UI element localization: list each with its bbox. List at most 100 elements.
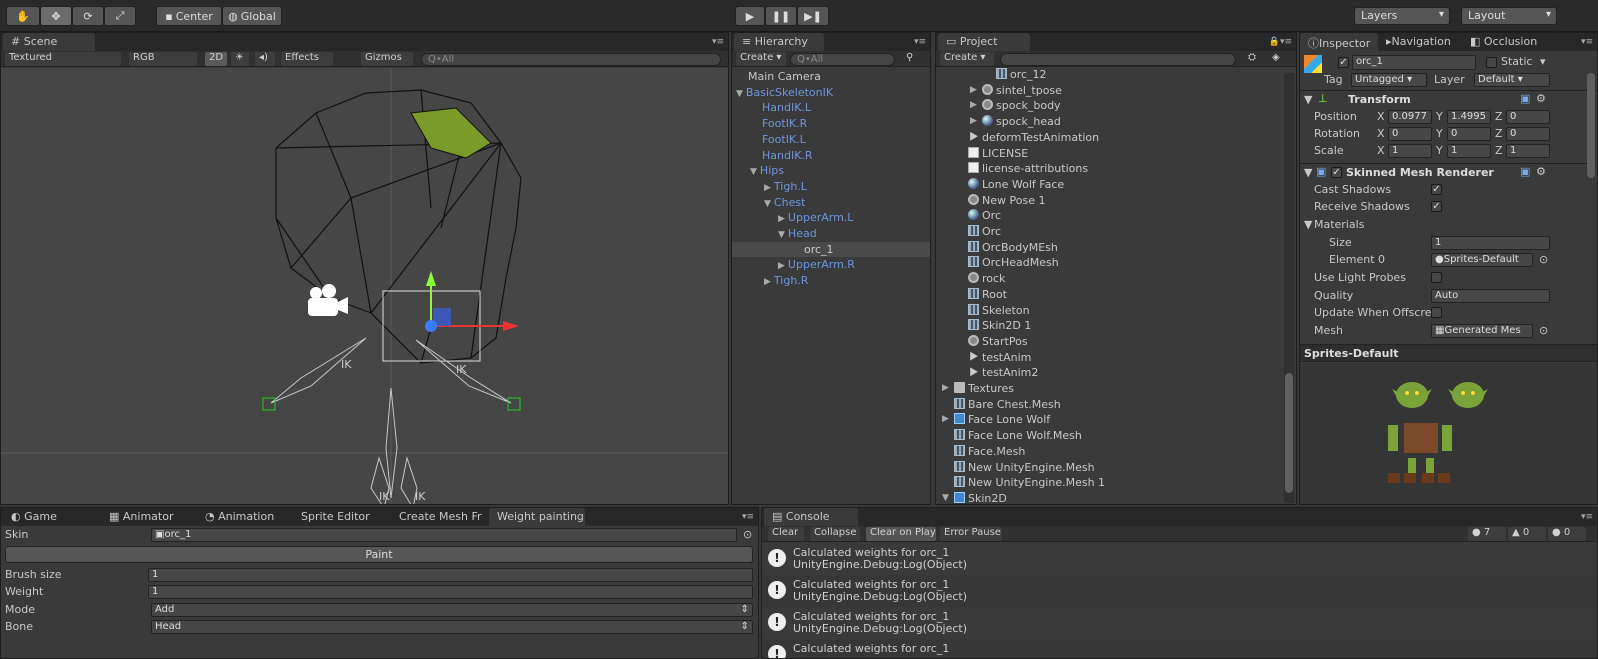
tab-project[interactable]: ▭ Project	[938, 33, 1030, 51]
project-scrollbar[interactable]	[1284, 73, 1294, 503]
receive-shadows-checkbox[interactable]: ✓	[1431, 201, 1442, 212]
static-checkbox[interactable]	[1486, 57, 1497, 68]
foldout-arrow-icon[interactable]: ▶	[970, 83, 977, 98]
project-item[interactable]: OrcHeadMesh	[936, 255, 1059, 270]
scale-y-field[interactable]: 1	[1447, 144, 1491, 158]
position-z-field[interactable]: 0	[1506, 110, 1550, 124]
inspector-scroll-thumb[interactable]	[1587, 73, 1595, 178]
filter-type-icon[interactable]: ⛭	[1244, 52, 1264, 66]
hierarchy-search-input[interactable]: Q•All	[790, 53, 895, 66]
foldout-arrow-icon[interactable]: ▼	[1304, 166, 1312, 179]
position-y-field[interactable]: 1.4995	[1447, 110, 1491, 124]
2d-toggle[interactable]: 2D	[205, 52, 227, 66]
tab-occlusion[interactable]: ◧ Occlusion	[1462, 33, 1552, 51]
foldout-arrow-icon[interactable]: ▼	[736, 89, 743, 99]
space-global-button[interactable]: ◍ Global	[222, 6, 282, 26]
project-item[interactable]: Bare Chest.Mesh	[936, 397, 1061, 412]
foldout-arrow-icon[interactable]: ▶	[764, 277, 771, 287]
console-log-entry[interactable]: ! Calculated weights for orc_1 UnityEngine…	[762, 575, 1597, 607]
project-item[interactable]: ▶ sintel_tpose	[936, 83, 1062, 98]
tab-weight-painting[interactable]: Weight painting	[489, 508, 585, 526]
skin-field[interactable]: ▣orc_1	[151, 528, 737, 542]
gear-icon[interactable]: ⚙	[1536, 92, 1546, 105]
foldout-arrow-icon[interactable]: ▶	[942, 412, 949, 427]
project-search-input[interactable]	[1000, 53, 1236, 66]
project-item[interactable]: deformTestAnimation	[936, 130, 1099, 145]
quality-dropdown[interactable]: Auto	[1431, 289, 1550, 303]
foldout-arrow-icon[interactable]: ▶	[970, 98, 977, 113]
project-item[interactable]: Face.Mesh	[936, 444, 1025, 459]
hierarchy-item[interactable]: FootIK.R	[732, 116, 930, 131]
panel-menu-icon[interactable]: ▾≡	[914, 37, 926, 47]
paint-button[interactable]: Paint	[5, 546, 753, 563]
project-item[interactable]: testAnim	[936, 350, 1031, 365]
project-item[interactable]: Face Lone Wolf.Mesh	[936, 428, 1082, 443]
foldout-arrow-icon[interactable]: ▼	[942, 491, 949, 504]
gizmos-dropdown[interactable]: Gizmos	[361, 52, 413, 66]
foldout-arrow-icon[interactable]: ▶	[778, 214, 785, 224]
audio-toggle[interactable]: ◂)	[255, 52, 275, 66]
hierarchy-item[interactable]: HandIK.R	[732, 148, 930, 163]
offscreen-checkbox[interactable]	[1431, 307, 1442, 318]
tab-create-mesh[interactable]: Create Mesh Fr	[391, 508, 487, 526]
pause-button[interactable]: ❚❚	[765, 6, 797, 26]
panel-menu-icon[interactable]: ▾≡	[742, 512, 754, 522]
foldout-arrow-icon[interactable]: ▶	[778, 261, 785, 271]
project-item[interactable]: Orc	[936, 208, 1001, 223]
panel-menu-icon[interactable]: ▾≡	[1581, 512, 1593, 522]
filter-label-icon[interactable]: ◈	[1268, 52, 1288, 66]
project-item[interactable]: Skin2D 1	[936, 318, 1031, 333]
mode-dropdown[interactable]: Add ⇕	[151, 603, 753, 617]
tag-dropdown[interactable]: Untagged ▾	[1351, 73, 1427, 87]
foldout-arrow-icon[interactable]: ▶	[970, 114, 977, 129]
light-probes-checkbox[interactable]	[1431, 272, 1442, 283]
render-mode-dropdown[interactable]: RGB	[129, 52, 197, 66]
project-scroll-thumb[interactable]	[1285, 373, 1293, 493]
active-checkbox[interactable]: ✓	[1338, 57, 1349, 68]
bone-dropdown[interactable]: Head ⇕	[151, 620, 753, 634]
object-picker-icon[interactable]: ⊙	[1539, 253, 1548, 266]
scale-tool-button[interactable]: ⤢	[104, 6, 136, 26]
scale-z-field[interactable]: 1	[1506, 144, 1550, 158]
panel-menu-icon[interactable]: ▾≡	[1581, 37, 1593, 47]
object-name-input[interactable]: orc_1	[1352, 55, 1476, 70]
error-pause-button[interactable]: Error Pause	[940, 527, 1002, 541]
project-item[interactable]: New Pose 1	[936, 193, 1045, 208]
weight-field[interactable]: 1	[148, 585, 753, 599]
preview-header[interactable]: Sprites-Default	[1300, 344, 1597, 362]
gear-icon[interactable]: ⚙	[1536, 165, 1546, 178]
hierarchy-item[interactable]: ▼ Hips	[732, 163, 930, 178]
position-x-field[interactable]: 0.0977	[1388, 110, 1432, 124]
hierarchy-filter-icon[interactable]: ⚲	[902, 52, 924, 66]
foldout-arrow-icon[interactable]: ▼	[750, 167, 757, 177]
hierarchy-item[interactable]: ▶ Tigh.R	[732, 273, 930, 288]
object-picker-icon[interactable]: ⊙	[1539, 324, 1548, 337]
clear-button[interactable]: Clear	[768, 527, 804, 541]
console-log-entry[interactable]: ! Calculated weights for orc_1	[762, 639, 1597, 658]
tab-navigation[interactable]: ▸Navigation	[1378, 33, 1462, 51]
rotate-tool-button[interactable]: ⟳	[72, 6, 104, 26]
project-item[interactable]: ▶ Textures	[936, 381, 1014, 396]
hierarchy-item[interactable]: Main Camera	[732, 69, 930, 84]
foldout-arrow-icon[interactable]: ▼	[764, 199, 771, 209]
project-item[interactable]: New UnityEngine.Mesh 1	[936, 475, 1105, 490]
project-item[interactable]: ▼ Skin2D	[936, 491, 1007, 504]
step-button[interactable]: ▶❚	[797, 6, 829, 26]
console-log-entry[interactable]: ! Calculated weights for orc_1 UnityEngine…	[762, 543, 1597, 575]
hierarchy-item[interactable]: ▼ Head	[732, 226, 930, 241]
materials-foldout-icon[interactable]: ▼	[1304, 218, 1312, 231]
hierarchy-item[interactable]: FootIK.L	[732, 132, 930, 147]
warning-filter-toggle[interactable]: ▲ 0	[1508, 527, 1546, 541]
tab-inspector[interactable]: ⓘInspector	[1300, 33, 1378, 51]
foldout-arrow-icon[interactable]: ▶	[764, 183, 771, 193]
smr-header[interactable]: ▼ ▣ ✓ Skinned Mesh Renderer ▣ ⚙	[1300, 164, 1587, 182]
rotation-z-field[interactable]: 0	[1506, 127, 1550, 141]
panel-menu-icon[interactable]: ▾≡	[712, 37, 724, 47]
transform-header[interactable]: ▼ ⊥ Transform ▣ ⚙	[1300, 91, 1587, 109]
hierarchy-item[interactable]: orc_1	[732, 241, 930, 257]
collapse-button[interactable]: Collapse	[810, 527, 860, 541]
error-filter-toggle[interactable]: ● 0	[1548, 527, 1586, 541]
project-item[interactable]: Root	[936, 287, 1007, 302]
foldout-arrow-icon[interactable]: ▼	[1304, 93, 1312, 106]
lighting-toggle[interactable]: ☀	[231, 52, 249, 66]
